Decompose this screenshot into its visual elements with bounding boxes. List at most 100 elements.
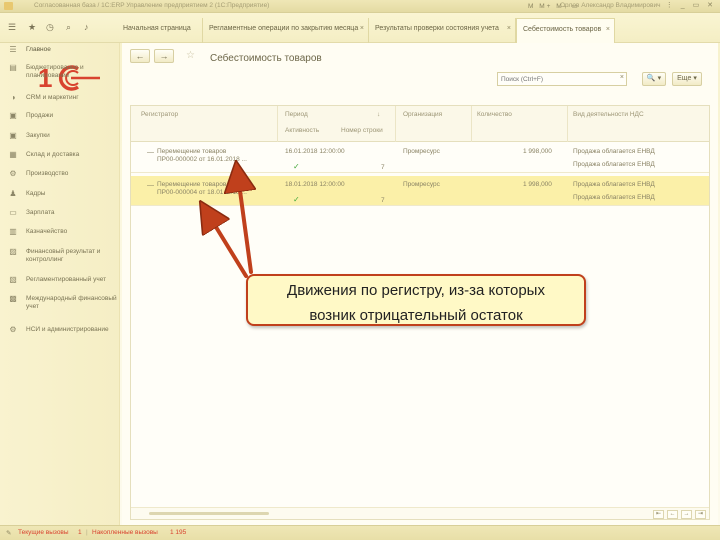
table-row[interactable]: — Перемещение товаров ПР00-000002 от 16.0… [131,143,709,173]
next-page-icon[interactable]: → [681,510,692,519]
search-field[interactable]: × [497,72,627,86]
tab-label: Регламентные операции по закрытию месяца [209,25,359,32]
section-icon: ⚙ [9,325,17,334]
favorite-star-icon[interactable]: ☆ [186,50,195,61]
cell-organization: Промресурс [403,148,440,155]
section-icon: ▭ [9,208,17,217]
sidebar-item-label: Закупки [26,132,50,139]
callout-line-2: возник отрицательный остаток [309,307,523,324]
search-input[interactable] [498,73,616,85]
history-icon[interactable]: ◷ [46,22,54,33]
tab-bar: ☰ ★ ◷ ⌕ ♪ Начальная страница Регламентны… [0,13,720,43]
tab-label: Начальная страница [123,25,191,32]
sidebar-item-label: НСИ и администрирование [26,326,109,333]
sidebar-item-label: Казначейство [26,228,68,235]
sidebar-item-label: Регламентированный учет [26,276,107,283]
col-line-number[interactable]: Номер строки [341,127,383,134]
sidebar-item-label: CRM и маркетинг [26,94,79,101]
sidebar-item-label: Склад и доставка [26,151,80,158]
sidebar-item-label: Международный финансовый учет [26,295,117,310]
sidebar-item-label: Бюджетирование и планирование [26,64,84,79]
section-icon: ▤ [9,63,17,72]
row-marker: — [147,149,154,156]
table-row-selected[interactable]: — Перемещение товаров ПР00-000004 от 18.0… [131,176,709,206]
registrar-doc-number: ПР00-000004 от 18.01.2018 ... [157,189,247,196]
status-divider: | [86,529,88,536]
tab-label: Себестоимость товаров [523,26,602,33]
section-icon: ☰ [9,45,17,54]
horizontal-scrollbar[interactable]: ⇤ ← → ⇥ [131,507,709,519]
section-icon: ▩ [9,294,17,303]
page-title: Себестоимость товаров [210,53,322,64]
cell-quantity: 1 998,000 [523,181,552,188]
col-organization[interactable]: Организация [403,111,442,118]
accumulated-calls-count: 1 195 [170,529,187,536]
col-vat-activity[interactable]: Вид деятельности НДС [573,111,644,118]
row-marker: — [147,182,154,189]
prev-page-icon[interactable]: ← [667,510,678,519]
col-quantity[interactable]: Количество [477,111,512,118]
scrollbar-thumb[interactable] [149,512,269,515]
section-icon: ▨ [9,247,17,256]
close-icon[interactable]: × [360,25,364,32]
status-icon: ✎ [6,530,12,537]
clear-search-icon[interactable]: × [620,74,624,81]
forward-button[interactable]: → [154,49,174,63]
close-icon[interactable]: × [507,25,511,32]
cell-organization: Промресурс [403,181,440,188]
tab-month-closing[interactable]: Регламентные операции по закрытию месяца… [203,18,369,43]
sidebar-item-label: Зарплата [26,209,55,216]
sidebar-item-label: Главное [26,46,51,53]
find-button[interactable]: 🔍 ▾ [642,72,666,86]
section-icon: ▣ [9,111,17,120]
sort-arrow-icon: ↓ [377,111,381,118]
status-bar: ✎ Текущие вызовы 1 | Накопленные вызовы … [0,525,720,540]
user-name[interactable]: Орлов Александр Владимирович [560,2,660,9]
cell-line-number: 7 [381,197,385,204]
current-calls-link[interactable]: Текущие вызовы [18,529,69,536]
window-controls[interactable]: ⋮ _ ▭ ✕ [666,1,716,9]
section-icon: ♟ [9,189,17,198]
section-icon: ▣ [9,131,17,140]
col-activity[interactable]: Активность [285,127,319,134]
current-calls-count: 1 [78,529,82,536]
tab-home[interactable]: Начальная страница [117,18,203,43]
section-icon: ▧ [9,275,17,284]
cell-vat-2: Продажа облагается ЕНВД [573,161,655,168]
search-icon[interactable]: ⌕ [66,22,71,33]
cell-vat-2: Продажа облагается ЕНВД [573,194,655,201]
callout-line-1: Движения по регистру, из-за которых [287,282,545,299]
menu-icon[interactable]: ☰ [8,22,16,33]
bell-icon[interactable]: ♪ [84,22,89,32]
section-icon: ▥ [9,227,17,236]
registrar-doc-type: Перемещение товаров [157,148,227,155]
accumulated-calls-link[interactable]: Накопленные вызовы [92,529,158,536]
favorites-star-icon[interactable]: ★ [28,22,36,33]
registrar-doc-number: ПР00-000002 от 16.01.2018 ... [157,156,247,163]
cell-registrar[interactable]: Перемещение товаров ПР00-000004 от 18.01.… [157,181,247,197]
last-page-icon[interactable]: ⇥ [695,510,706,519]
tab-cost-of-goods[interactable]: Себестоимость товаров × [516,18,615,43]
sidebar-item-label: Кадры [26,190,46,197]
checkmark-icon: ✓ [293,162,300,171]
cell-quantity: 1 998,000 [523,148,552,155]
cell-vat-1: Продажа облагается ЕНВД [573,148,655,155]
title-bar: Согласованная база / 1С:ERP Управление п… [0,0,720,13]
more-button[interactable]: Еще ▾ [672,72,702,86]
window-title: Согласованная база / 1С:ERP Управление п… [34,2,270,9]
registrar-doc-type: Перемещение товаров [157,181,227,188]
cell-registrar[interactable]: Перемещение товаров ПР00-000002 от 16.01.… [157,148,247,164]
sidebar-item-label: Финансовый результат и контроллинг [26,248,101,263]
col-period[interactable]: Период [285,111,308,118]
col-registrar[interactable]: Регистратор [141,111,178,118]
cell-period: 16.01.2018 12:00:00 [285,148,345,155]
cell-line-number: 7 [381,164,385,171]
back-button[interactable]: ← [130,49,150,63]
checkmark-icon: ✓ [293,195,300,204]
app-icon [4,2,13,10]
close-icon[interactable]: × [606,26,610,33]
section-icon: ▦ [9,150,17,159]
annotation-callout: Движения по регистру, из-за которых возн… [246,274,586,326]
tab-check-results[interactable]: Результаты проверки состояния учета × [369,18,516,43]
first-page-icon[interactable]: ⇤ [653,510,664,519]
